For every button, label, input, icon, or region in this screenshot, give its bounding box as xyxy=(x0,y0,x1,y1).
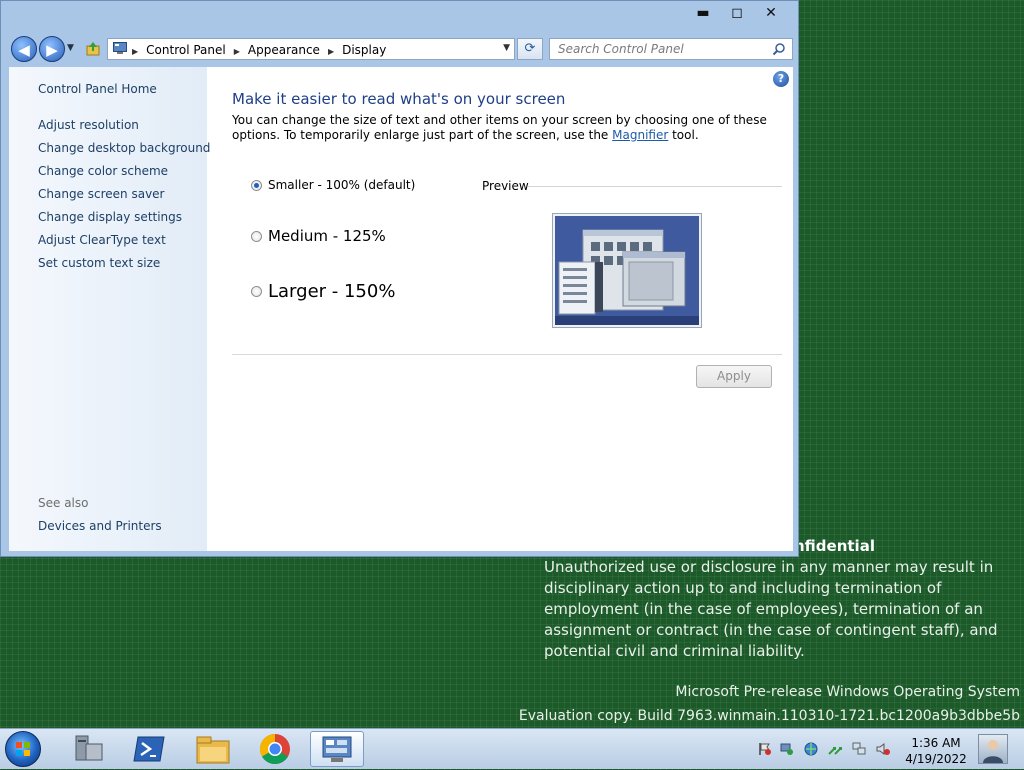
sidebar-item-change-display-settings[interactable]: Change display settings xyxy=(38,210,210,233)
taskbar-file-explorer[interactable] xyxy=(186,731,240,767)
option-smaller-label: Smaller - 100% (default) xyxy=(268,178,416,192)
windows-logo-icon xyxy=(16,742,30,756)
address-bar[interactable]: ▶ Control Panel ▶ Appearance ▶ Display ▼ xyxy=(107,38,515,60)
radio-medium[interactable] xyxy=(251,230,262,242)
search-input[interactable]: Search Control Panel xyxy=(549,38,793,60)
taskbar-server-manager[interactable] xyxy=(62,731,116,767)
search-placeholder: Search Control Panel xyxy=(558,42,684,56)
taskbar-control-panel[interactable] xyxy=(310,731,364,767)
control-panel-window: ▬ ◻ ✕ ◀ ▶ ▼ ▶ Control Panel ▶ Appearance ▶ Di… xyxy=(0,0,799,557)
breadcrumb: ▶ Control Panel ▶ Appearance ▶ Display xyxy=(132,43,386,57)
magnifier-link[interactable]: Magnifier xyxy=(612,128,668,142)
preview-label: Preview xyxy=(482,179,529,193)
globe-sync-icon[interactable] xyxy=(804,742,818,756)
see-also-label: See also xyxy=(38,496,89,510)
page-description: You can change the size of text and othe… xyxy=(232,113,772,143)
breadcrumb-appearance[interactable]: Appearance xyxy=(248,43,320,57)
page-title: Make it easier to read what's on your sc… xyxy=(232,90,566,108)
maximize-button[interactable]: ◻ xyxy=(720,3,754,23)
option-medium-label: Medium - 125% xyxy=(268,227,386,245)
notice-body: Unauthorized use or disclosure in any ma… xyxy=(544,558,998,660)
control-panel-icon xyxy=(322,736,352,762)
sidebar-control-panel-home[interactable]: Control Panel Home xyxy=(38,82,157,96)
volume-muted-icon[interactable] xyxy=(876,742,890,756)
start-button[interactable] xyxy=(5,731,41,767)
option-medium-125[interactable]: Medium - 125% xyxy=(251,227,386,245)
sidebar-item-change-desktop-background[interactable]: Change desktop background xyxy=(38,141,210,164)
notice-title: nfidential xyxy=(794,537,875,555)
sidebar-item-devices-and-printers[interactable]: Devices and Printers xyxy=(38,519,162,533)
search-icon[interactable] xyxy=(772,42,786,56)
eval-text-line2: Evaluation copy. Build 7963.winmain.1103… xyxy=(518,708,1020,724)
chrome-icon xyxy=(259,734,290,765)
sidebar-task-list: Adjust resolution Change desktop backgro… xyxy=(38,118,210,279)
breadcrumb-control-panel[interactable]: Control Panel xyxy=(146,43,226,57)
taskbar-chrome[interactable] xyxy=(248,731,302,767)
option-larger-label: Larger - 150% xyxy=(268,281,396,302)
radio-smaller[interactable] xyxy=(251,179,262,191)
chevron-right-icon[interactable]: ▶ xyxy=(234,47,240,56)
main-panel: ? Make it easier to read what's on your … xyxy=(207,67,793,551)
sidebar-item-adjust-cleartype-text[interactable]: Adjust ClearType text xyxy=(38,233,210,256)
taskbar-powershell[interactable] xyxy=(124,731,178,767)
server-manager-icon xyxy=(75,735,103,761)
taskbar: 1:36 AM 4/19/2022 xyxy=(0,728,1024,769)
sidebar-item-change-color-scheme[interactable]: Change color scheme xyxy=(38,164,210,187)
user-icon xyxy=(983,740,1003,763)
close-button[interactable]: ✕ xyxy=(754,3,788,23)
desktop-preview-icon xyxy=(555,216,699,325)
breadcrumb-display[interactable]: Display xyxy=(342,43,386,57)
option-smaller-100[interactable]: Smaller - 100% (default) xyxy=(251,178,415,192)
powershell-icon xyxy=(133,736,165,762)
option-larger-150[interactable]: Larger - 150% xyxy=(251,281,395,302)
clock-date: 4/19/2022 xyxy=(905,752,967,766)
system-tray: 1:36 AM 4/19/2022 xyxy=(752,731,1024,767)
window-controls: ▬ ◻ ✕ xyxy=(686,3,788,23)
network-shield-icon[interactable] xyxy=(780,742,794,756)
refresh-button[interactable]: ⟳ xyxy=(517,38,543,60)
apply-button[interactable]: Apply xyxy=(696,365,772,388)
content-area: Control Panel Home Adjust resolution Cha… xyxy=(9,67,793,551)
sidebar: Control Panel Home Adjust resolution Cha… xyxy=(9,67,210,551)
preview-image xyxy=(552,213,702,328)
content-divider xyxy=(232,354,782,355)
sidebar-item-adjust-resolution[interactable]: Adjust resolution xyxy=(38,118,210,141)
clock-time: 1:36 AM xyxy=(911,736,961,750)
address-dropdown-icon[interactable]: ▼ xyxy=(503,43,510,53)
file-explorer-icon xyxy=(196,736,230,764)
eval-text-line1: Microsoft Pre-release Windows Operating … xyxy=(675,684,1020,700)
preview-divider xyxy=(528,186,782,187)
green-arrows-icon[interactable] xyxy=(828,742,842,756)
sidebar-item-change-screen-saver[interactable]: Change screen saver xyxy=(38,187,210,210)
network-icon[interactable] xyxy=(852,742,866,756)
back-button[interactable]: ◀ xyxy=(11,36,37,62)
navigation-bar: ◀ ▶ ▼ ▶ Control Panel ▶ Appearance ▶ Display … xyxy=(9,35,793,63)
radio-larger[interactable] xyxy=(251,286,262,297)
description-text-end: tool. xyxy=(668,128,699,142)
sidebar-item-set-custom-text-size[interactable]: Set custom text size xyxy=(38,256,210,279)
minimize-button[interactable]: ▬ xyxy=(686,3,720,23)
chevron-right-icon: ▶ xyxy=(132,47,139,56)
forward-button[interactable]: ▶ xyxy=(39,36,65,62)
help-icon[interactable]: ? xyxy=(773,71,789,87)
taskbar-clock[interactable]: 1:36 AM 4/19/2022 xyxy=(900,735,972,767)
up-folder-icon[interactable] xyxy=(85,41,101,57)
control-panel-icon xyxy=(113,42,127,54)
chevron-right-icon[interactable]: ▶ xyxy=(328,47,334,56)
action-center-flag-icon[interactable] xyxy=(758,742,772,756)
user-avatar[interactable] xyxy=(978,734,1008,764)
recent-pages-dropdown-icon[interactable]: ▼ xyxy=(67,43,74,53)
